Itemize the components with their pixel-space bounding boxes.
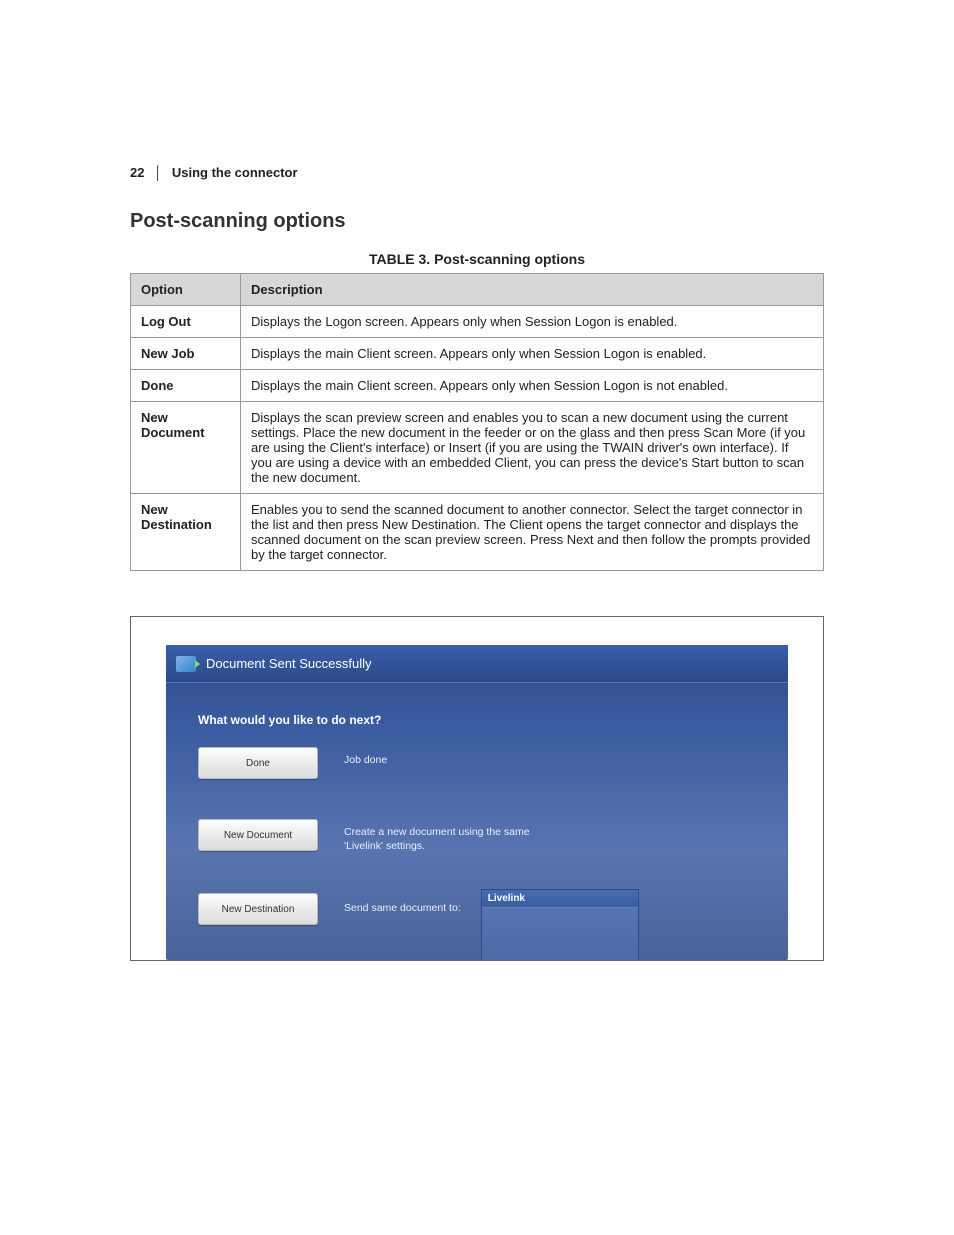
app-title: Document Sent Successfully xyxy=(206,656,371,671)
section-heading: Post-scanning options xyxy=(130,210,824,233)
table-row: Done Displays the main Client screen. Ap… xyxy=(131,370,824,402)
destination-list[interactable]: Livelink xyxy=(481,889,639,961)
table-caption-text: Post-scanning options xyxy=(434,251,585,267)
new-document-desc: Create a new document using the same 'Li… xyxy=(344,819,544,853)
table-row: New Destination Enables you to send the … xyxy=(131,494,824,571)
options-table: Option Description Log Out Displays the … xyxy=(130,273,824,571)
option-cell: Log Out xyxy=(131,306,241,338)
destination-item[interactable]: Livelink xyxy=(482,890,638,908)
description-cell: Displays the scan preview screen and ena… xyxy=(241,402,824,494)
screenshot-figure: Document Sent Successfully What would yo… xyxy=(130,616,824,961)
app-titlebar: Document Sent Successfully xyxy=(166,645,788,683)
done-desc: Job done xyxy=(344,747,387,767)
row-new-document: New Document Create a new document using… xyxy=(166,809,788,853)
chapter-title: Using the connector xyxy=(172,165,298,180)
table-caption-label: TABLE 3. xyxy=(369,251,430,267)
page-header: 22 │ Using the connector xyxy=(130,165,824,180)
new-destination-desc: Send same document to: xyxy=(344,893,461,915)
document-sent-icon xyxy=(176,656,196,672)
new-destination-button[interactable]: New Destination xyxy=(198,893,318,925)
description-cell: Displays the Logon screen. Appears only … xyxy=(241,306,824,338)
description-cell: Enables you to send the scanned document… xyxy=(241,494,824,571)
header-separator: │ xyxy=(154,165,162,180)
option-cell: Done xyxy=(131,370,241,402)
row-done: Done Job done xyxy=(166,737,788,779)
table-row: Log Out Displays the Logon screen. Appea… xyxy=(131,306,824,338)
table-row: New Document Displays the scan preview s… xyxy=(131,402,824,494)
col-option: Option xyxy=(131,274,241,306)
prompt-text: What would you like to do next? xyxy=(166,683,788,737)
col-description: Description xyxy=(241,274,824,306)
page-number: 22 xyxy=(130,165,144,180)
new-document-button[interactable]: New Document xyxy=(198,819,318,851)
description-cell: Displays the main Client screen. Appears… xyxy=(241,370,824,402)
app-window: Document Sent Successfully What would yo… xyxy=(166,645,788,960)
option-cell: New Document xyxy=(131,402,241,494)
done-button[interactable]: Done xyxy=(198,747,318,779)
row-new-destination: New Destination Send same document to: L… xyxy=(166,883,788,961)
description-cell: Displays the main Client screen. Appears… xyxy=(241,338,824,370)
option-cell: New Destination xyxy=(131,494,241,571)
table-caption: TABLE 3. Post-scanning options xyxy=(130,251,824,267)
option-cell: New Job xyxy=(131,338,241,370)
table-row: New Job Displays the main Client screen.… xyxy=(131,338,824,370)
